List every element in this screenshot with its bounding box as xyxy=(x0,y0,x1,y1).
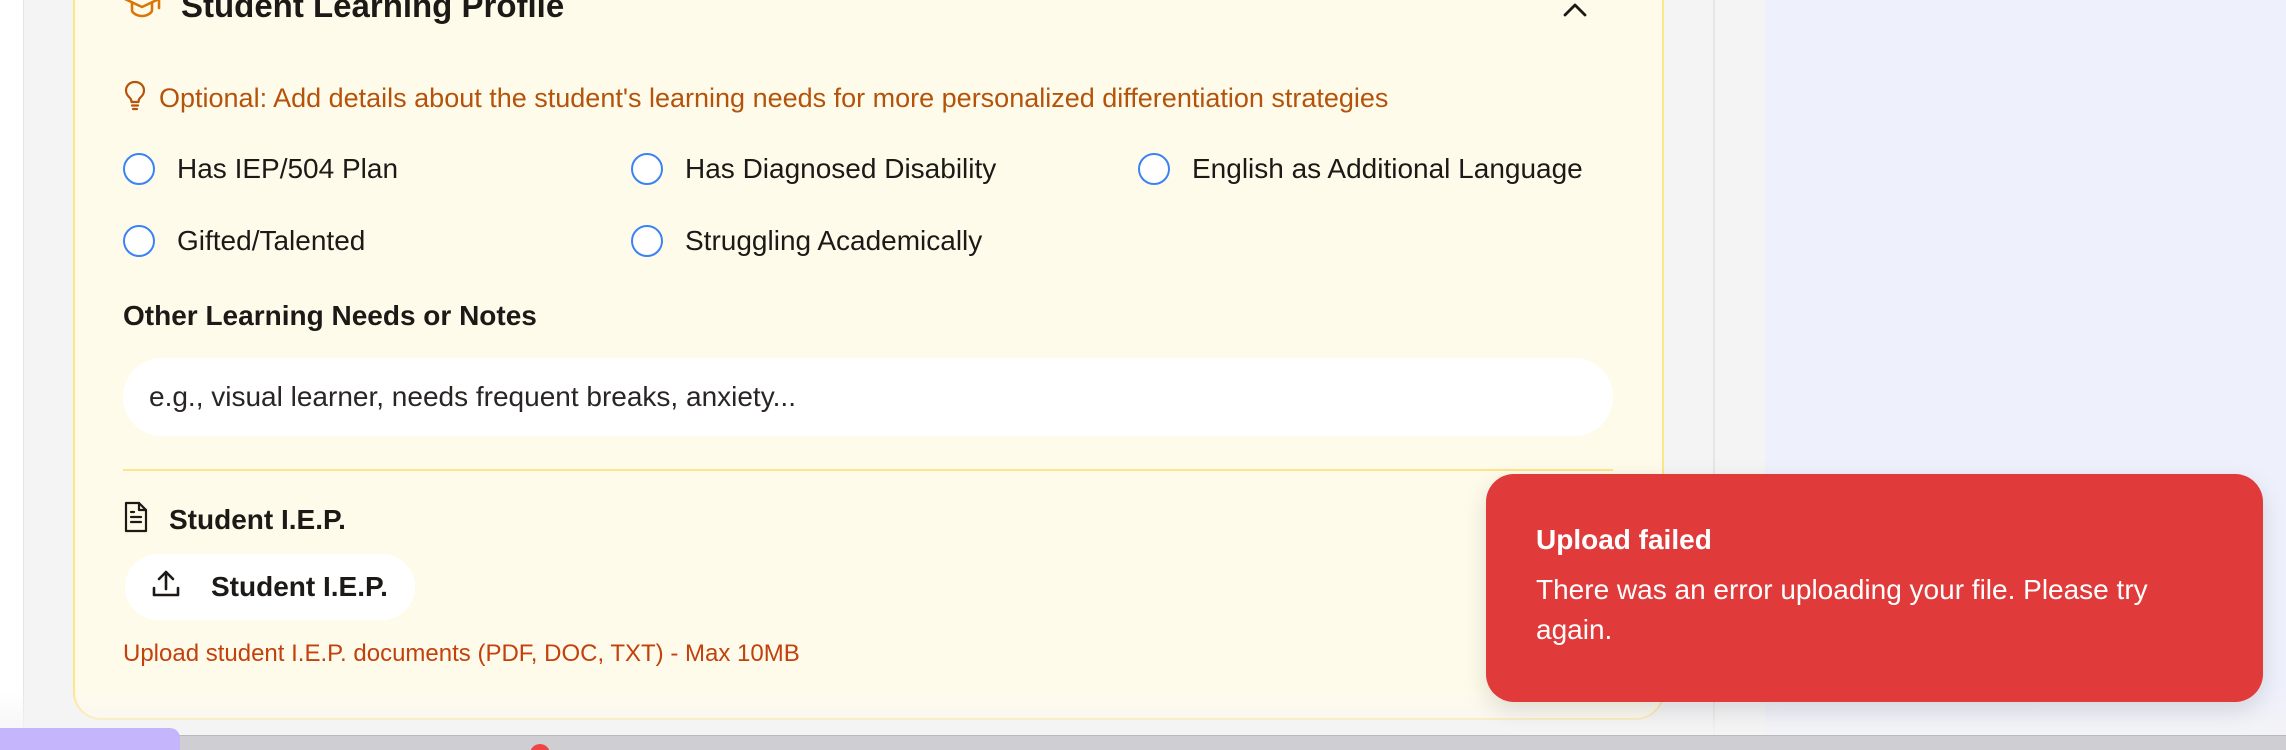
option-has-diagnosed-disability[interactable]: Has Diagnosed Disability xyxy=(631,153,996,185)
graduation-cap-icon xyxy=(123,0,161,24)
toast-title: Upload failed xyxy=(1536,524,1712,555)
toast-message: There was an error uploading your file. … xyxy=(1536,574,2148,645)
hint-text: Optional: Add details about the student'… xyxy=(159,82,1389,113)
notes-label: Other Learning Needs or Notes xyxy=(123,300,537,331)
taskbar xyxy=(0,735,2286,750)
iep-section-heading: Student I.E.P. xyxy=(123,501,346,540)
section-divider xyxy=(123,469,1613,471)
option-english-additional-language[interactable]: English as Additional Language xyxy=(1138,153,1583,185)
radio-circle[interactable] xyxy=(1138,153,1170,185)
chevron-up-icon xyxy=(1562,2,1588,23)
radio-circle[interactable] xyxy=(631,153,663,185)
option-struggling-academically[interactable]: Struggling Academically xyxy=(631,225,982,257)
option-label: Gifted/Talented xyxy=(177,225,366,256)
error-toast[interactable]: Upload failed There was an error uploadi… xyxy=(1486,474,2263,702)
upload-button-label: Student I.E.P. xyxy=(211,571,388,602)
upload-iep-button[interactable]: Student I.E.P. xyxy=(125,554,415,620)
option-label: English as Additional Language xyxy=(1192,153,1583,184)
radio-circle[interactable] xyxy=(123,225,155,257)
document-icon xyxy=(123,501,149,540)
notes-input[interactable] xyxy=(123,358,1613,436)
option-label: Has Diagnosed Disability xyxy=(685,153,997,184)
lightbulb-icon xyxy=(123,79,147,118)
option-label: Struggling Academically xyxy=(685,225,983,256)
option-has-iep-504-plan[interactable]: Has IEP/504 Plan xyxy=(123,153,398,185)
collapse-button[interactable] xyxy=(1555,0,1595,24)
card-header[interactable]: Student Learning Profile xyxy=(123,0,564,28)
iep-heading-text: Student I.E.P. xyxy=(169,504,346,535)
radio-circle[interactable] xyxy=(123,153,155,185)
radio-circle[interactable] xyxy=(631,225,663,257)
upload-help-text: Upload student I.E.P. documents (PDF, DO… xyxy=(123,640,800,667)
upload-icon xyxy=(151,569,181,606)
left-gutter xyxy=(0,0,24,750)
option-label: Has IEP/504 Plan xyxy=(177,153,399,184)
option-gifted-talented[interactable]: Gifted/Talented xyxy=(123,225,365,257)
card-title: Student Learning Profile xyxy=(181,0,565,24)
taskbar-tab[interactable] xyxy=(0,728,180,750)
optional-hint: Optional: Add details about the student'… xyxy=(123,80,1388,116)
